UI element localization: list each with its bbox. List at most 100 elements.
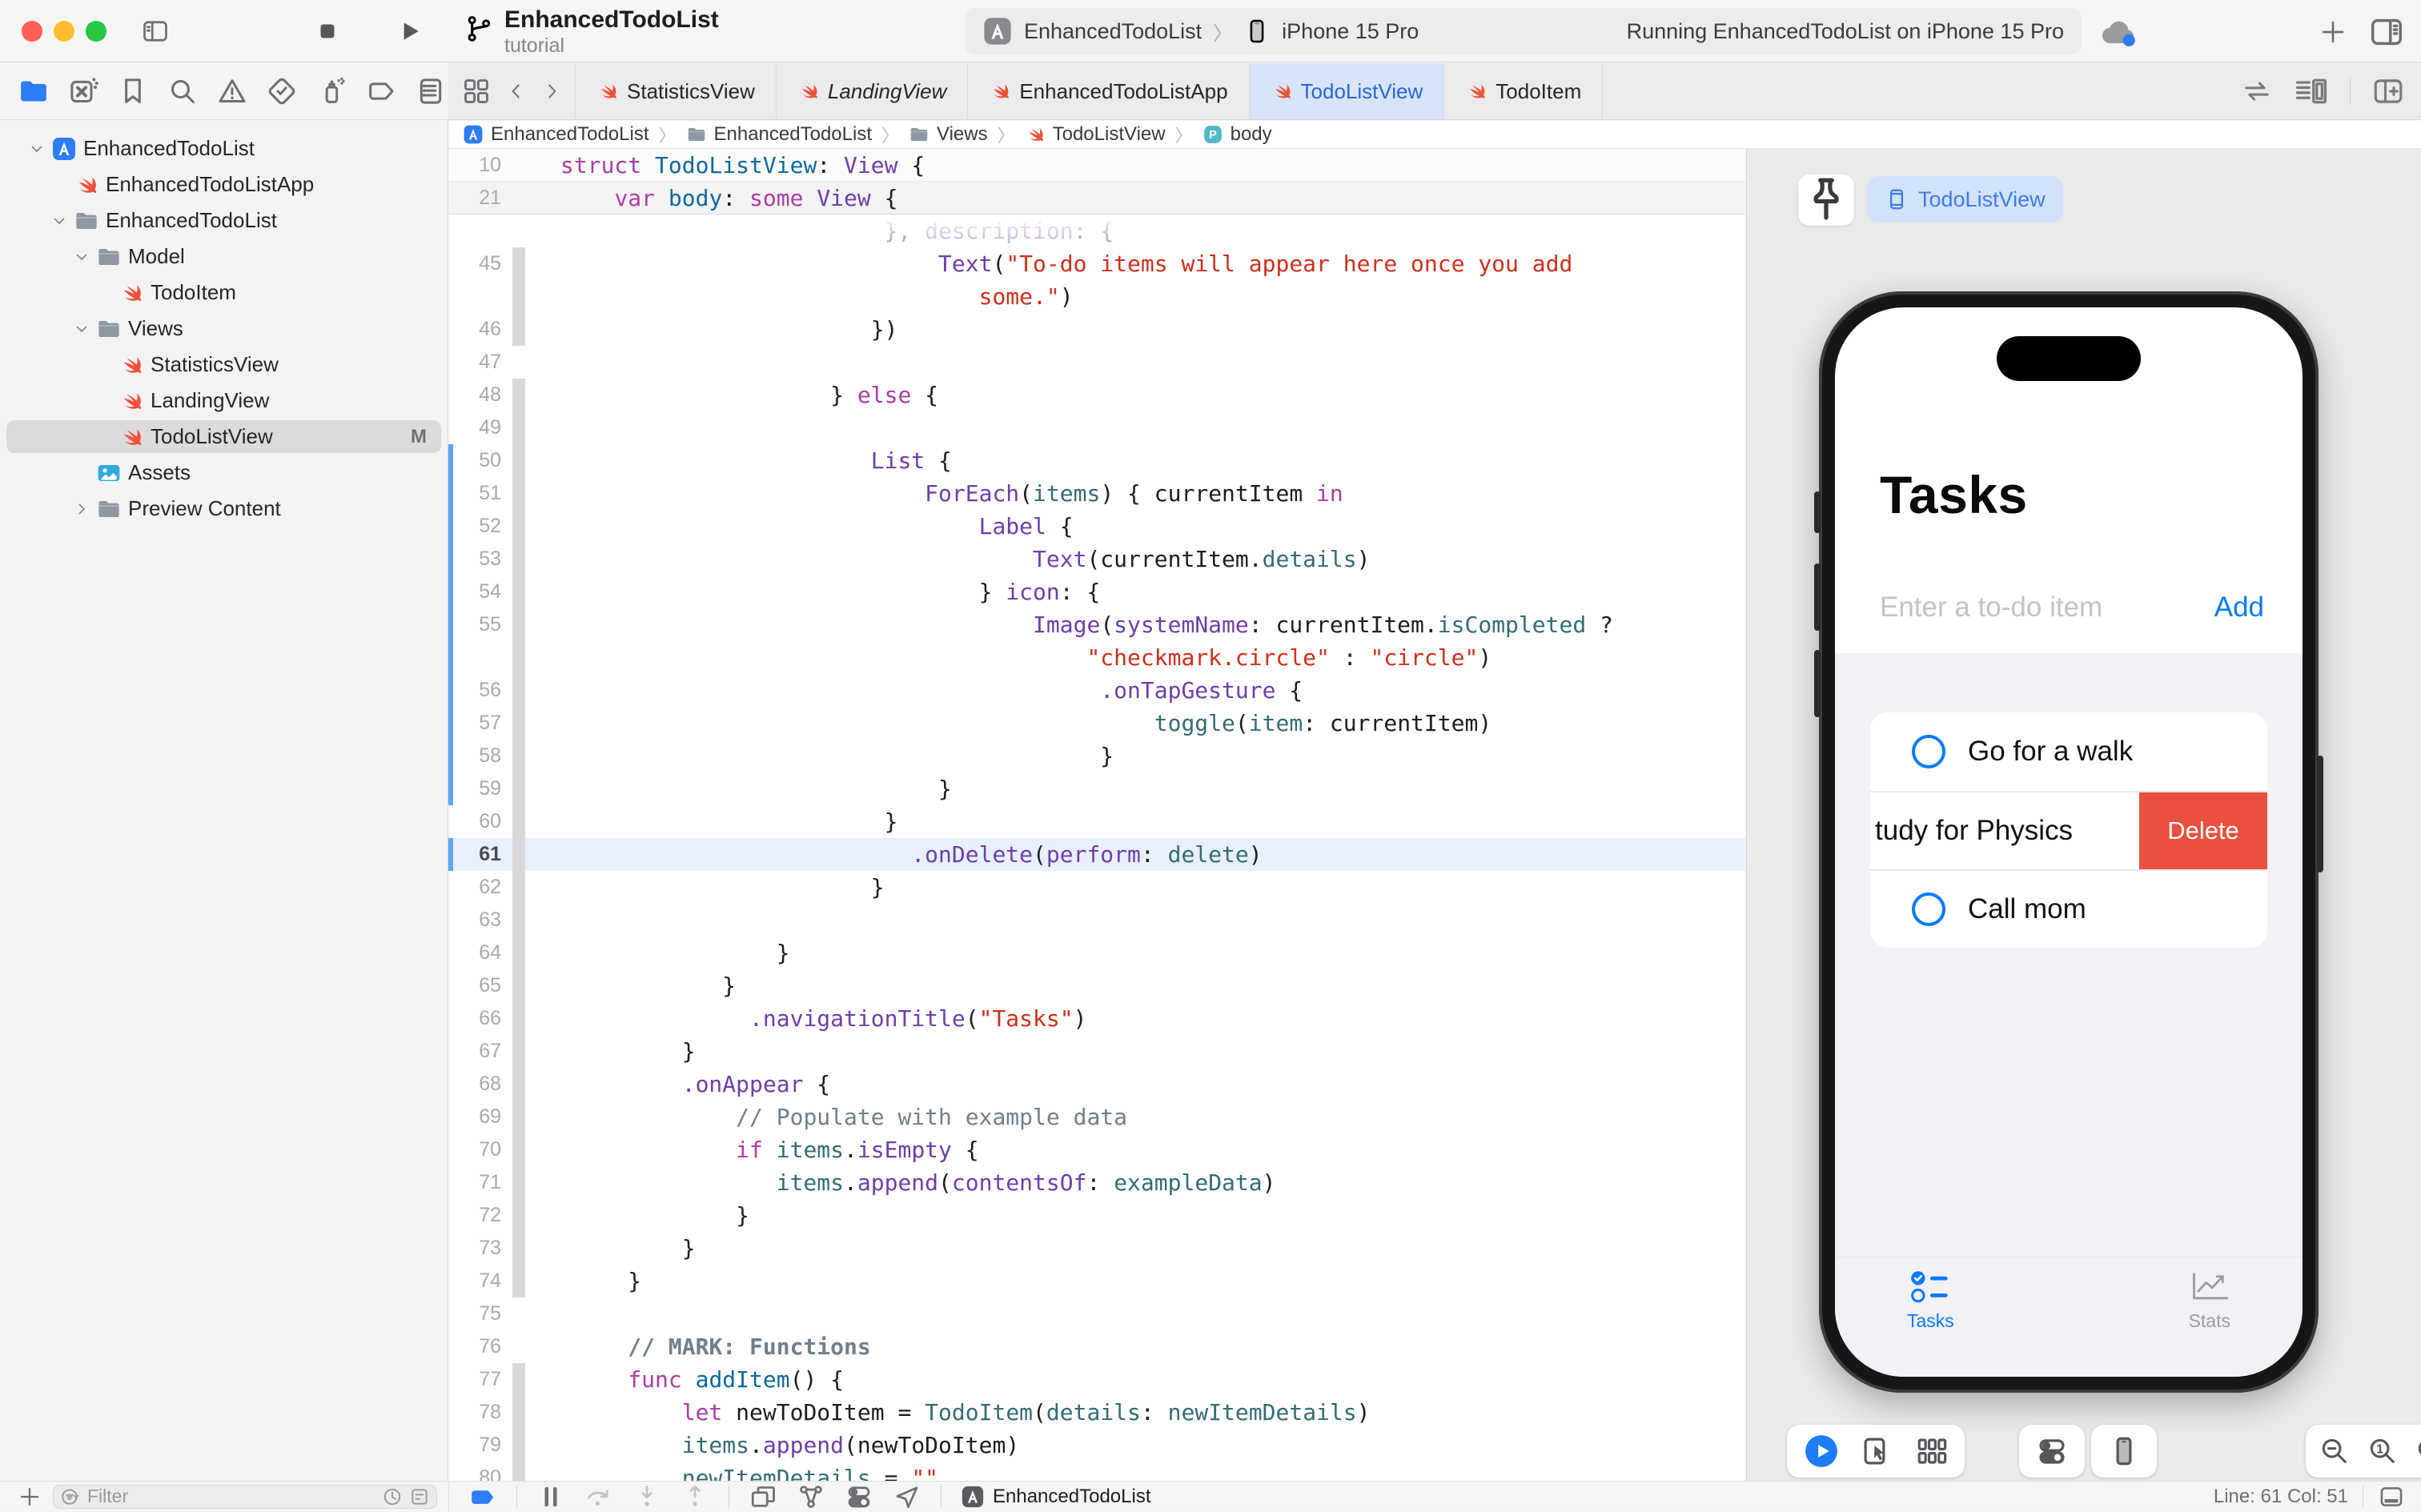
- code-line[interactable]: 62 }: [448, 871, 1745, 904]
- code-line[interactable]: 75: [448, 1297, 1745, 1330]
- step-out-icon[interactable]: [681, 1483, 709, 1510]
- code-line[interactable]: 10struct TodoListView: View {: [448, 149, 1745, 182]
- disclosure-down-icon[interactable]: [50, 211, 69, 231]
- code-line[interactable]: 66 .navigationTitle("Tasks"): [448, 1002, 1745, 1035]
- related-items-icon[interactable]: [2241, 75, 2273, 107]
- debug-icon[interactable]: [315, 75, 347, 107]
- add-todo-button[interactable]: Add: [2214, 592, 2264, 624]
- add-button[interactable]: [2319, 18, 2347, 46]
- code-line[interactable]: 47: [448, 346, 1745, 379]
- todo-circle-icon[interactable]: [1912, 892, 1945, 926]
- preview-tab-Tasks[interactable]: Tasks: [1907, 1269, 1954, 1377]
- zoom-window-button[interactable]: [86, 21, 106, 42]
- zoom-100-icon[interactable]: 1: [2367, 1435, 2399, 1467]
- running-app-indicator[interactable]: EnhancedTodoList: [961, 1485, 1150, 1509]
- environment-overrides-icon[interactable]: [845, 1483, 873, 1510]
- code-line[interactable]: 46 }): [448, 313, 1745, 346]
- code-line[interactable]: 48 } else {: [448, 379, 1745, 411]
- code-line[interactable]: 61 .onDelete(perform: delete): [448, 838, 1745, 871]
- issues-icon[interactable]: [216, 75, 248, 107]
- preview-tab-Stats[interactable]: Stats: [2189, 1269, 2230, 1377]
- scheme-name[interactable]: EnhancedTodoList: [1024, 19, 1202, 44]
- code-line[interactable]: 53 Text(currentItem.details): [448, 543, 1745, 576]
- simulate-location-icon[interactable]: [893, 1483, 921, 1510]
- step-over-icon[interactable]: [584, 1483, 613, 1510]
- source-control-filter-icon[interactable]: [409, 1486, 430, 1507]
- sidebar-item-Model[interactable]: Model: [0, 239, 448, 275]
- code-line[interactable]: 64 }: [448, 936, 1745, 969]
- source-editor[interactable]: 10struct TodoListView: View {21 var body…: [448, 149, 1745, 1481]
- breadcrumb-item[interactable]: TodoListView: [1025, 123, 1166, 146]
- breadcrumb-item[interactable]: EnhancedTodoList: [686, 123, 872, 146]
- editor-tab-StatisticsView[interactable]: StatisticsView: [575, 63, 777, 119]
- sidebar-item-Assets[interactable]: Assets: [0, 455, 448, 491]
- breadcrumb-item[interactable]: Pbody: [1202, 123, 1272, 146]
- code-line[interactable]: 21 var body: some View {: [448, 182, 1745, 215]
- reports-icon[interactable]: [415, 75, 447, 107]
- todo-row[interactable]: tudy for PhysicsDelete: [1870, 791, 2267, 869]
- sidebar-item-EnhancedTodoListApp[interactable]: EnhancedTodoListApp: [0, 166, 448, 203]
- sidebar-item-StatisticsView[interactable]: StatisticsView: [0, 347, 448, 383]
- code-line[interactable]: 71 items.append(contentsOf: exampleData): [448, 1166, 1745, 1199]
- sidebar-item-TodoItem[interactable]: TodoItem: [0, 275, 448, 311]
- sidebar-item-Views[interactable]: Views: [0, 311, 448, 347]
- project-navigator-icon[interactable]: [18, 75, 50, 107]
- todo-circle-icon[interactable]: [1912, 735, 1945, 768]
- code-line[interactable]: 74 }: [448, 1265, 1745, 1297]
- zoom-out-icon[interactable]: [2319, 1435, 2351, 1467]
- code-line[interactable]: 72 }: [448, 1199, 1745, 1232]
- code-line[interactable]: 77 func addItem() {: [448, 1363, 1745, 1396]
- code-line[interactable]: 57 toggle(item: currentItem): [448, 707, 1745, 740]
- code-line[interactable]: 68 .onAppear {: [448, 1068, 1745, 1101]
- preview-screen[interactable]: Tasks Enter a to-do item Add Go for a wa…: [1835, 307, 2303, 1377]
- source-control-icon[interactable]: [67, 75, 99, 107]
- editor-tab-EnhancedTodoListApp[interactable]: EnhancedTodoListApp: [968, 63, 1249, 119]
- live-preview-button[interactable]: [1803, 1433, 1840, 1470]
- code-line[interactable]: 80 newItemDetails = "": [448, 1462, 1745, 1481]
- breadcrumb-item[interactable]: EnhancedTodoList: [463, 123, 648, 146]
- toggle-inspector-icon[interactable]: [2368, 16, 2405, 48]
- step-into-icon[interactable]: [632, 1483, 661, 1510]
- todo-row[interactable]: Call mom: [1870, 869, 2267, 948]
- breakpoints-icon[interactable]: [365, 75, 397, 107]
- code-line[interactable]: 76 // MARK: Functions: [448, 1330, 1745, 1363]
- run-button[interactable]: [394, 16, 424, 46]
- code-line[interactable]: 56 .onTapGesture {: [448, 674, 1745, 707]
- code-line[interactable]: 59 }: [448, 772, 1745, 805]
- code-line[interactable]: 45 Text("To-do items will appear here on…: [448, 247, 1745, 280]
- todo-row[interactable]: Go for a walk: [1870, 712, 2267, 791]
- sidebar-item-LandingView[interactable]: LandingView: [0, 383, 448, 419]
- disclosure-down-icon[interactable]: [72, 319, 91, 339]
- breakpoints-toggle[interactable]: [468, 1483, 497, 1510]
- disclosure-down-icon[interactable]: [27, 139, 46, 158]
- code-line[interactable]: 65 }: [448, 969, 1745, 1002]
- selectable-mode-button[interactable]: [1861, 1434, 1894, 1468]
- preview-on-device-button[interactable]: [2107, 1434, 2141, 1468]
- navigator-filter-field[interactable]: Filter: [53, 1485, 437, 1509]
- disclosure-right-icon[interactable]: [72, 499, 91, 519]
- code-line[interactable]: 67 }: [448, 1035, 1745, 1068]
- zoom-fit-icon[interactable]: [2415, 1435, 2421, 1467]
- device-settings-button[interactable]: [2035, 1434, 2069, 1468]
- code-line[interactable]: 54 } icon: {: [448, 576, 1745, 608]
- code-line[interactable]: 70 if items.isEmpty {: [448, 1133, 1745, 1166]
- code-line[interactable]: "checkmark.circle" : "circle"): [448, 641, 1745, 674]
- add-editor-icon[interactable]: [2371, 75, 2405, 107]
- disclosure-down-icon[interactable]: [72, 247, 91, 267]
- code-line[interactable]: 50 List {: [448, 444, 1745, 477]
- code-line[interactable]: 52 Label {: [448, 510, 1745, 543]
- find-icon[interactable]: [167, 75, 199, 107]
- preview-target-chip[interactable]: TodoListView: [1867, 176, 2063, 223]
- code-line[interactable]: 78 let newToDoItem = TodoItem(details: n…: [448, 1396, 1745, 1429]
- toggle-navigator-icon[interactable]: [141, 18, 170, 45]
- editor-panel-icon[interactable]: [2378, 1485, 2405, 1509]
- code-line[interactable]: 51 ForEach(items) { currentItem in: [448, 477, 1745, 510]
- scheme-selector[interactable]: EnhancedTodoList 〉 iPhone 15 Pro Running…: [965, 8, 2082, 54]
- close-window-button[interactable]: [22, 21, 42, 42]
- code-line[interactable]: 60 }: [448, 805, 1745, 838]
- sidebar-item-EnhancedTodoList[interactable]: EnhancedTodoList: [0, 203, 448, 239]
- code-line[interactable]: 63: [448, 904, 1745, 936]
- run-destination[interactable]: iPhone 15 Pro: [1282, 19, 1419, 44]
- editor-options-icon[interactable]: [2294, 75, 2329, 107]
- tab-overview-icon[interactable]: [461, 76, 492, 106]
